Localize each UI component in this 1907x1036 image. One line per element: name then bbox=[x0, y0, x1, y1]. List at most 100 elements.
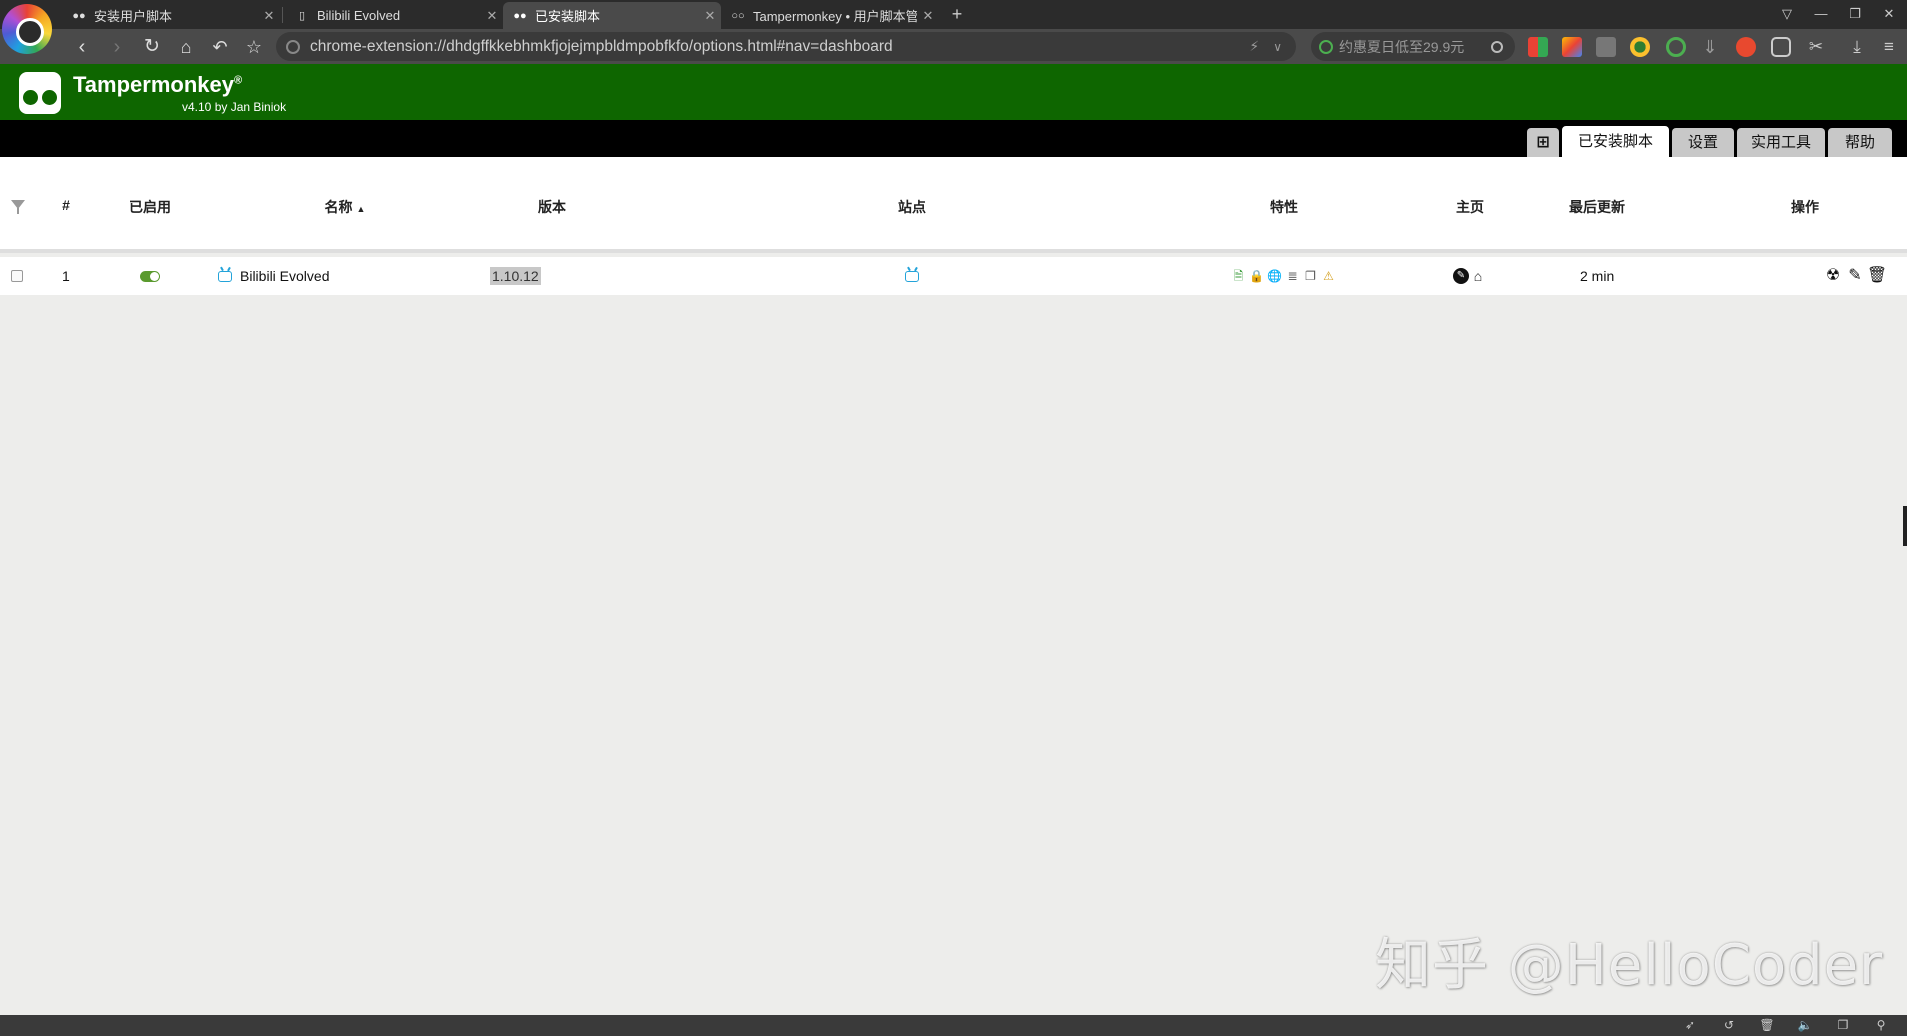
site-info-icon[interactable] bbox=[286, 39, 300, 54]
scripts-table-header: # 已启用 名称 ▲ 版本 站点 特性 主页 最后更新 操作 bbox=[0, 157, 1907, 253]
browser-tab-bar: ●● 安装用户脚本 ✕ ▯ Bilibili Evolved ✕ ●● 已安装脚… bbox=[0, 0, 1907, 29]
tab-title: Tampermonkey • 用户脚本管 bbox=[753, 9, 917, 24]
close-icon[interactable]: ✕ bbox=[258, 8, 280, 24]
scissors-icon[interactable]: ✂ bbox=[1806, 37, 1826, 57]
extension-infinity-icon[interactable] bbox=[1736, 37, 1756, 57]
download-icon[interactable]: ⤓ bbox=[1847, 37, 1867, 57]
rocket-icon[interactable]: ➶ bbox=[1681, 1017, 1699, 1034]
globe-icon[interactable]: 🌐 bbox=[1267, 269, 1282, 284]
database-icon[interactable]: ≣ bbox=[1285, 269, 1300, 284]
homepage-icon[interactable]: ⌂ bbox=[1470, 268, 1486, 284]
last-updated[interactable]: 2 min bbox=[1580, 257, 1614, 295]
search-engine-icon bbox=[1319, 39, 1333, 54]
pin-icon[interactable]: ▽ bbox=[1770, 3, 1804, 25]
edit-icon[interactable]: ✎ bbox=[1844, 265, 1866, 287]
column-enabled[interactable]: 已启用 bbox=[129, 197, 171, 217]
tab-installed-scripts[interactable]: 已安装脚本 bbox=[1562, 126, 1669, 157]
action-icons: ☢ ✎ 🗑 bbox=[1822, 257, 1888, 295]
browser-logo-icon[interactable] bbox=[2, 4, 52, 54]
column-sites[interactable]: 站点 bbox=[898, 197, 926, 217]
page-icon: ▯ bbox=[298, 10, 306, 22]
lock-icon[interactable]: 🔒 bbox=[1249, 269, 1264, 284]
search-placeholder: 约惠夏日低至29.9元 bbox=[1339, 38, 1465, 55]
column-features[interactable]: 特性 bbox=[1270, 197, 1298, 217]
browser-tab-bilibili-evolved[interactable]: ▯ Bilibili Evolved ✕ bbox=[285, 2, 503, 29]
feature-icons: 🗎 🔒 🌐 ≣ ❐ ⚠ bbox=[1231, 257, 1339, 295]
browser-toolbar: ‹ › ↻ ⌂ ↶ ☆ chrome-extension://dhdgffkke… bbox=[0, 29, 1907, 64]
browser-status-bar: ➶ ↺ 🗑 🔈 ❐ ⚲ bbox=[0, 1015, 1907, 1036]
app-header: Tampermonkey® v4.10 by Jan Biniok bbox=[0, 64, 1907, 120]
column-homepage[interactable]: 主页 bbox=[1456, 197, 1484, 217]
extension-color-icon[interactable] bbox=[1562, 37, 1582, 57]
tab-title: 已安装脚本 bbox=[535, 9, 601, 24]
trash-icon[interactable]: 🗑 bbox=[1866, 265, 1888, 287]
address-bar[interactable]: chrome-extension://dhdgffkkebhmkfjojejmp… bbox=[276, 32, 1296, 61]
menu-icon[interactable]: ≡ bbox=[1879, 37, 1899, 57]
tv-icon bbox=[218, 270, 232, 282]
forward-icon[interactable]: › bbox=[103, 33, 131, 61]
filter-icon[interactable] bbox=[11, 200, 25, 214]
window-icon[interactable]: ❐ bbox=[1834, 1017, 1852, 1034]
tab-title: Bilibili Evolved bbox=[317, 8, 401, 23]
file-icon[interactable]: 🗎 bbox=[1231, 269, 1246, 284]
warning-icon[interactable]: ⚠ bbox=[1321, 269, 1336, 284]
extension-arrow-icon[interactable]: ⇓ bbox=[1700, 37, 1720, 57]
address-url: chrome-extension://dhdgffkkebhmkfjojejmp… bbox=[310, 37, 893, 55]
tab-settings[interactable]: 设置 bbox=[1672, 128, 1734, 157]
row-select-checkbox[interactable] bbox=[11, 257, 23, 295]
column-actions: 操作 bbox=[1791, 199, 1819, 215]
window-icon[interactable]: ❐ bbox=[1303, 269, 1318, 284]
trash-icon[interactable]: 🗑 bbox=[1758, 1017, 1776, 1034]
column-version[interactable]: 版本 bbox=[538, 197, 566, 217]
app-title: Tampermonkey® bbox=[73, 72, 243, 97]
enabled-toggle[interactable] bbox=[140, 257, 160, 295]
extension-globe-icon[interactable] bbox=[1630, 37, 1650, 57]
minimize-icon[interactable]: — bbox=[1804, 3, 1838, 25]
volume-icon[interactable]: 🔈 bbox=[1796, 1017, 1814, 1034]
lightning-icon[interactable]: ⚡ bbox=[1249, 38, 1259, 55]
extension-grid-icon[interactable] bbox=[1528, 37, 1548, 57]
tampermonkey-icon: ●● bbox=[513, 9, 527, 22]
support-link-icon[interactable]: ✎ bbox=[1453, 268, 1469, 284]
chevron-down-icon[interactable]: ∨ bbox=[1273, 40, 1282, 54]
close-icon[interactable]: ✕ bbox=[699, 8, 721, 24]
new-tab-button[interactable]: + bbox=[945, 2, 969, 26]
restore-icon[interactable]: ❐ bbox=[1838, 3, 1872, 25]
history-icon[interactable]: ↺ bbox=[1720, 1017, 1738, 1034]
column-number[interactable]: # bbox=[62, 197, 70, 213]
column-last-updated[interactable]: 最后更新 bbox=[1569, 197, 1625, 217]
bookmark-star-icon[interactable]: ☆ bbox=[240, 33, 268, 61]
home-icon[interactable]: ⌂ bbox=[172, 33, 200, 61]
undo-close-icon[interactable]: ↶ bbox=[206, 33, 234, 61]
browser-tab-installed-scripts[interactable]: ●● 已安装脚本 ✕ bbox=[503, 2, 721, 29]
search-box[interactable]: 约惠夏日低至29.9元 bbox=[1311, 32, 1515, 61]
site-tv-icon[interactable] bbox=[905, 257, 919, 295]
tampermonkey-logo-icon bbox=[19, 72, 61, 114]
close-icon[interactable]: ✕ bbox=[917, 8, 939, 24]
browser-tab-install-script[interactable]: ●● 安装用户脚本 ✕ bbox=[62, 2, 280, 29]
script-version: 1.10.12 bbox=[490, 267, 541, 285]
script-name-link[interactable]: Bilibili Evolved bbox=[218, 257, 329, 295]
homepage-links: ✎ ⌂ bbox=[1453, 257, 1486, 295]
script-name: Bilibili Evolved bbox=[240, 268, 330, 284]
bug-icon[interactable]: ☢ bbox=[1822, 265, 1844, 287]
close-window-icon[interactable]: ✕ bbox=[1872, 3, 1906, 25]
extension-gear-icon[interactable] bbox=[1666, 37, 1686, 57]
row-number: 1 bbox=[62, 268, 70, 284]
back-icon[interactable]: ‹ bbox=[68, 33, 96, 61]
close-icon[interactable]: ✕ bbox=[481, 8, 503, 24]
zoom-icon[interactable]: ⚲ bbox=[1872, 1017, 1890, 1034]
tampermonkey-extension-icon[interactable] bbox=[1771, 37, 1791, 57]
scroll-marker bbox=[1903, 506, 1907, 546]
extension-download-icon[interactable] bbox=[1596, 37, 1616, 57]
tab-utilities[interactable]: 实用工具 bbox=[1737, 128, 1825, 157]
tab-help[interactable]: 帮助 bbox=[1828, 128, 1892, 157]
sort-ascending-icon: ▲ bbox=[356, 204, 366, 214]
column-name[interactable]: 名称 ▲ bbox=[325, 197, 366, 217]
tab-new-script[interactable]: ⊞ bbox=[1527, 128, 1559, 157]
search-icon[interactable] bbox=[1491, 40, 1503, 53]
reload-icon[interactable]: ↻ bbox=[138, 33, 166, 61]
watermark: 知乎 @HelloCoder bbox=[1375, 933, 1884, 998]
browser-tab-tampermonkey-home[interactable]: ○○ Tampermonkey • 用户脚本管 ✕ bbox=[721, 2, 939, 29]
tampermonkey-icon: ●● bbox=[72, 9, 86, 22]
